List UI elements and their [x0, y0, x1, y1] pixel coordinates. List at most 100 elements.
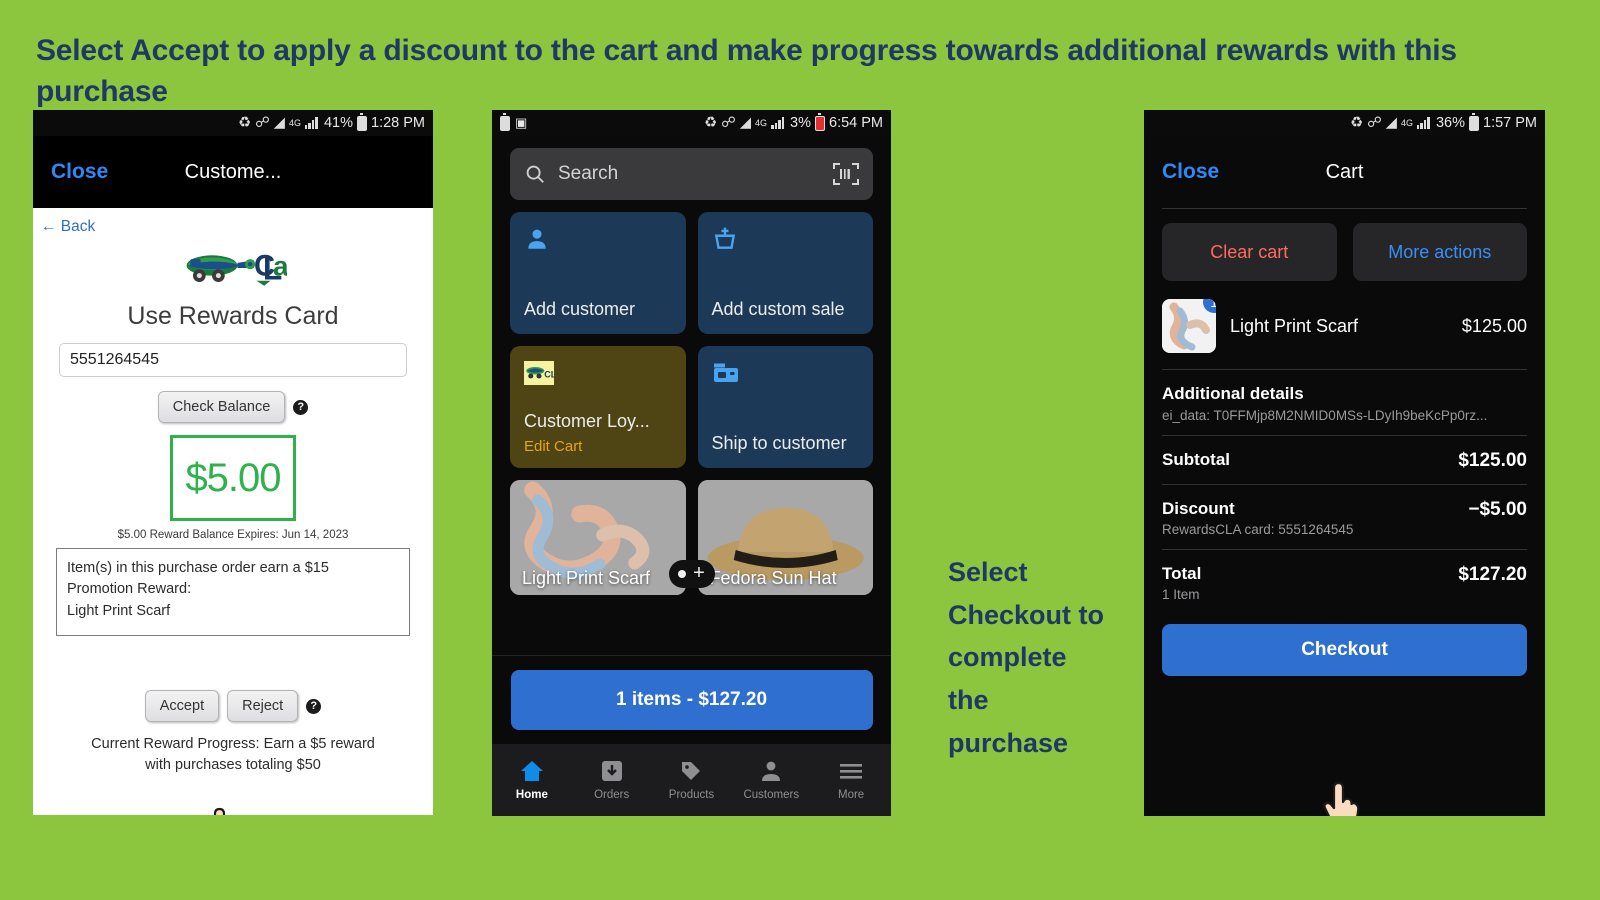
check-balance-button[interactable]: Check Balance — [157, 391, 286, 423]
nav-bar: Close Custome... — [33, 136, 433, 208]
add-cart-icon — [714, 227, 735, 249]
phone-panel-pos-home: ▣ ♻ ☍ ◢ 4G 3% 6:54 PM Search Add custome… — [492, 110, 891, 816]
help-icon-accept-reject[interactable]: ? — [306, 698, 322, 714]
subtotal-row: Subtotal $125.00 — [1144, 436, 1545, 484]
clock-label: 1:28 PM — [371, 115, 425, 131]
battery-saver-icon — [500, 113, 510, 131]
nav-bar: Close Cart — [1144, 136, 1545, 208]
barcode-scan-icon[interactable] — [833, 163, 859, 185]
cart-line-item[interactable]: 1 Light Print Scarf $125.00 — [1144, 281, 1545, 369]
discount-label: Discount — [1162, 499, 1235, 518]
bottom-tab-bar: Home Orders Products Customers More — [492, 744, 891, 816]
tile-label: Add custom sale — [711, 298, 845, 319]
screenshot-icon: ▣ — [515, 115, 528, 130]
promo-line-2: Promotion Reward: — [67, 581, 192, 598]
tab-customers[interactable]: Customers — [731, 759, 811, 801]
reward-progress-text: Current Reward Progress: Earn a $5 rewar… — [33, 734, 433, 775]
battery-percent-label: 3% — [790, 115, 811, 131]
battery-percent-label: 41% — [323, 115, 353, 131]
orders-icon — [572, 759, 652, 785]
battery-icon — [1469, 113, 1479, 131]
clock-label: 1:57 PM — [1483, 115, 1537, 131]
total-label: Total — [1162, 564, 1202, 583]
subtotal-value: $125.00 — [1458, 450, 1527, 471]
tile-sublabel-edit-cart[interactable]: Edit Cart — [524, 438, 582, 455]
home-icon — [492, 759, 572, 785]
tile-ship-to-customer[interactable]: Ship to customer — [697, 346, 873, 468]
signal-bars-icon — [304, 117, 320, 129]
cart-actions: Clear cart More actions — [1144, 209, 1545, 281]
help-icon-balance[interactable]: ? — [293, 399, 309, 415]
status-bar: ♻ ☍ ◢ 4G 36% 1:57 PM — [1144, 110, 1545, 136]
tab-label: More — [837, 789, 865, 801]
discount-value: −$5.00 — [1468, 499, 1527, 520]
tile-customer-loyalty[interactable]: CL Customer Loy... Edit Cart — [510, 346, 686, 468]
cursor-hand-icon-accept — [213, 807, 226, 815]
phone-panel-rewards-card: ♻ ☍ ◢ 4G 41% 1:28 PM Close Custome... ← … — [33, 110, 433, 815]
additional-details-value: ei_data: T0FFMjp8M2NMID0MSs-LDyIh9beKcPp… — [1162, 408, 1488, 423]
hamburger-icon — [811, 759, 891, 785]
line-item-price: $125.00 — [1461, 315, 1527, 336]
section-title: Use Rewards Card — [127, 302, 339, 330]
clock-label: 6:54 PM — [829, 115, 883, 131]
network-type-label: 4G — [288, 117, 301, 128]
clear-cart-button[interactable]: Clear cart — [1162, 223, 1337, 281]
accept-button[interactable]: Accept — [144, 690, 220, 723]
cart-total-button[interactable]: 1 items - $127.20 — [510, 670, 873, 730]
cla-logo: C L a — [186, 250, 287, 286]
tab-label: Orders — [594, 789, 630, 801]
shipping-box-icon — [713, 363, 738, 382]
tag-icon — [652, 759, 732, 785]
svg-text:a: a — [273, 251, 287, 282]
promotion-reward-box: Item(s) in this purchase order earn a $1… — [56, 548, 410, 637]
search-bar[interactable]: Search — [510, 148, 873, 200]
card-number-input[interactable] — [59, 343, 407, 377]
phone-panel-cart: ♻ ☍ ◢ 4G 36% 1:57 PM Close Cart Clear ca… — [1144, 110, 1545, 816]
checkout-button[interactable]: Checkout — [1162, 624, 1527, 676]
add-product-fab[interactable]: + — [668, 560, 715, 588]
reward-balance-display: $5.00 — [170, 435, 296, 521]
tile-add-custom-sale[interactable]: Add custom sale — [697, 212, 873, 334]
person-icon — [528, 229, 546, 249]
cla-logo-icon: CL — [524, 361, 557, 385]
tab-products[interactable]: Products — [652, 759, 732, 801]
reject-button[interactable]: Reject — [227, 690, 299, 723]
signal-bars-icon — [1416, 117, 1432, 129]
back-link[interactable]: ← Back — [33, 208, 433, 236]
more-actions-button[interactable]: More actions — [1352, 223, 1527, 281]
wifi-icon: ◢ — [273, 115, 285, 131]
plus-icon[interactable]: + — [693, 563, 705, 583]
data-saver-icon: ♻ — [238, 115, 252, 131]
battery-icon — [357, 113, 367, 131]
promo-line-1: Item(s) in this purchase order earn a $1… — [67, 560, 329, 576]
product-tile-hat[interactable]: Fedora Sun Hat — [697, 480, 873, 595]
tab-orders[interactable]: Orders — [572, 759, 652, 801]
tile-label: Customer Loy... — [524, 410, 650, 431]
product-thumbnail: 1 — [1162, 299, 1216, 353]
status-bar: ▣ ♻ ☍ ◢ 4G 3% 6:54 PM — [492, 110, 891, 136]
drag-dot-icon — [678, 570, 687, 578]
cart-bar: 1 items - $127.20 — [492, 655, 891, 744]
tab-home[interactable]: Home — [492, 759, 572, 801]
reward-expiry-text: $5.00 Reward Balance Expires: Jun 14, 20… — [117, 529, 349, 541]
discount-sublabel: RewardsCLA card: 5551264545 — [1162, 522, 1354, 537]
search-icon — [526, 165, 544, 183]
data-saver-icon: ♻ — [704, 115, 718, 131]
bluetooth-icon: ☍ — [1367, 115, 1382, 131]
instruction-caption-middle: Select Checkout to complete the purchase — [948, 557, 1105, 758]
close-button[interactable]: Close — [51, 160, 108, 184]
wifi-icon: ◢ — [1385, 115, 1397, 131]
tile-label: Ship to customer — [711, 432, 847, 453]
tab-more[interactable]: More — [811, 759, 891, 801]
wifi-icon: ◢ — [739, 115, 752, 131]
tile-add-customer[interactable]: Add customer — [510, 212, 686, 334]
tile-label: Add customer — [524, 298, 636, 319]
line-item-name: Light Print Scarf — [1230, 315, 1359, 336]
svg-text:CL: CL — [544, 370, 554, 380]
product-tiles: Light Print Scarf Fedora Sun Hat + — [492, 468, 891, 595]
person-icon — [731, 759, 811, 785]
discount-row[interactable]: Discount RewardsCLA card: 5551264545 −$5… — [1144, 485, 1545, 549]
additional-details-section[interactable]: Additional details ei_data: T0FFMjp8M2NM… — [1144, 370, 1545, 435]
battery-percent-label: 36% — [1435, 115, 1465, 131]
product-tile-scarf[interactable]: Light Print Scarf — [510, 480, 686, 595]
